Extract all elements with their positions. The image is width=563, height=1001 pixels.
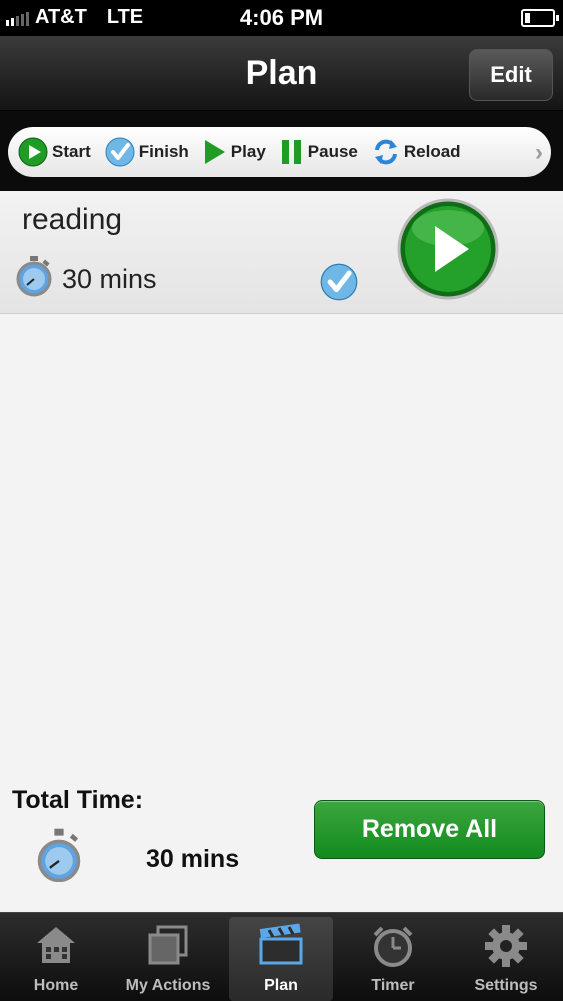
stopwatch-icon	[14, 255, 54, 304]
battery-icon	[521, 9, 559, 27]
finish-check-icon[interactable]	[320, 263, 358, 306]
play-button[interactable]	[397, 198, 499, 305]
reload-icon	[372, 138, 400, 166]
alarm-clock-icon	[341, 923, 445, 969]
play-icon	[203, 138, 227, 166]
tab-bar: Home My Actions Plan Timer Settings	[0, 912, 563, 1001]
tab-settings[interactable]: Settings	[454, 917, 558, 1001]
nav-bar: Plan Edit	[0, 36, 563, 111]
legend-item-finish: Finish	[105, 137, 189, 167]
tab-timer[interactable]: Timer	[341, 917, 445, 1001]
gear-icon	[454, 923, 558, 969]
tab-plan[interactable]: Plan	[229, 917, 333, 1001]
legend-bar: Start Finish Play Pause Reload ›	[0, 111, 563, 191]
home-icon	[4, 923, 108, 967]
status-bar: AT&T LTE 4:06 PM	[0, 0, 563, 36]
plan-item-name: reading	[22, 203, 123, 236]
pause-icon	[280, 138, 304, 166]
tab-home[interactable]: Home	[4, 917, 108, 1001]
legend-item-reload: Reload	[372, 138, 461, 166]
legend-item-pause: Pause	[280, 138, 358, 166]
finish-check-icon	[105, 137, 135, 167]
remove-all-button[interactable]: Remove All	[314, 800, 545, 859]
plan-item-duration: 30 mins	[14, 255, 157, 304]
stopwatch-icon	[36, 826, 82, 887]
legend-item-start: Start	[18, 137, 91, 167]
tab-my-actions[interactable]: My Actions	[116, 917, 220, 1001]
actions-icon	[116, 923, 220, 967]
chevron-right-icon[interactable]: ›	[535, 139, 543, 167]
clapperboard-icon	[229, 923, 333, 967]
clock: 4:06 PM	[239, 5, 324, 30]
legend: Start Finish Play Pause Reload ›	[8, 127, 551, 177]
edit-button[interactable]: Edit	[469, 49, 553, 101]
legend-item-play: Play	[203, 138, 266, 166]
start-icon	[18, 137, 48, 167]
total-time-value: 30 mins	[146, 845, 240, 873]
total-time-label: Total Time:	[12, 786, 144, 814]
